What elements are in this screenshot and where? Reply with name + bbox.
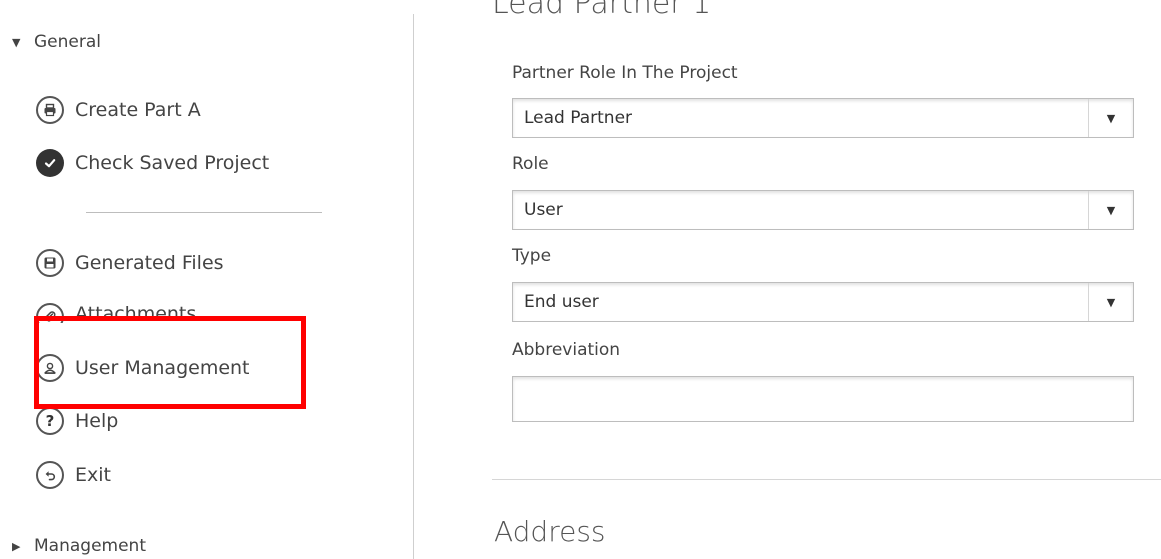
sidebar-item-generated-files[interactable]: Generated Files xyxy=(36,246,224,280)
form-divider xyxy=(492,479,1161,480)
sidebar-section-management-label: Management xyxy=(34,536,146,556)
partner-role-select[interactable]: Lead Partner ▼ xyxy=(512,98,1134,138)
paperclip-icon xyxy=(36,303,64,323)
sidebar: ▼ General Create Part A Check Saved Proj… xyxy=(0,0,400,559)
chevron-down-icon[interactable]: ▼ xyxy=(1088,99,1133,137)
save-disk-icon xyxy=(36,249,64,277)
role-select[interactable]: User ▼ xyxy=(512,190,1134,230)
printer-icon xyxy=(36,96,64,124)
sidebar-section-general-label: General xyxy=(34,32,101,52)
chevron-down-icon[interactable]: ▼ xyxy=(1088,191,1133,229)
sidebar-item-label: Help xyxy=(75,410,119,432)
abbreviation-input[interactable] xyxy=(512,376,1134,422)
caret-right-icon: ▶ xyxy=(12,539,21,553)
sidebar-item-label: Attachments xyxy=(75,303,197,323)
page: ▼ General Create Part A Check Saved Proj… xyxy=(0,0,1161,559)
undo-arrow-icon xyxy=(36,461,64,489)
section-heading-clipped: Lead Partner 1 xyxy=(492,0,712,21)
sidebar-item-label: Create Part A xyxy=(75,99,201,121)
type-label: Type xyxy=(512,246,552,266)
user-icon xyxy=(36,354,64,382)
sidebar-item-label: Exit xyxy=(75,464,111,486)
sidebar-item-exit[interactable]: Exit xyxy=(36,458,111,492)
sidebar-item-check-saved-project[interactable]: Check Saved Project xyxy=(36,146,269,180)
caret-down-icon: ▼ xyxy=(12,35,21,49)
sidebar-item-user-management[interactable]: User Management xyxy=(36,351,250,385)
sidebar-item-help[interactable]: ? Help xyxy=(36,404,118,438)
sidebar-item-attachments[interactable]: Attachments xyxy=(36,301,196,323)
abbreviation-label: Abbreviation xyxy=(512,340,621,360)
sidebar-item-label: User Management xyxy=(75,357,250,379)
sidebar-item-label: Check Saved Project xyxy=(75,152,270,174)
chevron-down-icon[interactable]: ▼ xyxy=(1088,283,1133,321)
main-form: Lead Partner 1 Partner Role In The Proje… xyxy=(414,0,1161,559)
sidebar-item-label: Generated Files xyxy=(75,252,224,274)
partner-role-value: Lead Partner xyxy=(524,108,633,128)
sidebar-section-general[interactable]: ▼ General xyxy=(12,32,101,52)
sidebar-separator xyxy=(86,212,322,213)
partner-role-label: Partner Role In The Project xyxy=(512,63,738,83)
address-section-title: Address xyxy=(494,515,606,548)
role-label: Role xyxy=(512,154,549,174)
sidebar-section-management[interactable]: ▶ Management xyxy=(12,536,146,556)
check-circle-icon xyxy=(36,149,64,177)
role-value: User xyxy=(524,200,563,220)
help-icon: ? xyxy=(36,407,64,435)
type-select[interactable]: End user ▼ xyxy=(512,282,1134,322)
type-value: End user xyxy=(524,292,599,312)
sidebar-item-create-part-a[interactable]: Create Part A xyxy=(36,93,201,127)
